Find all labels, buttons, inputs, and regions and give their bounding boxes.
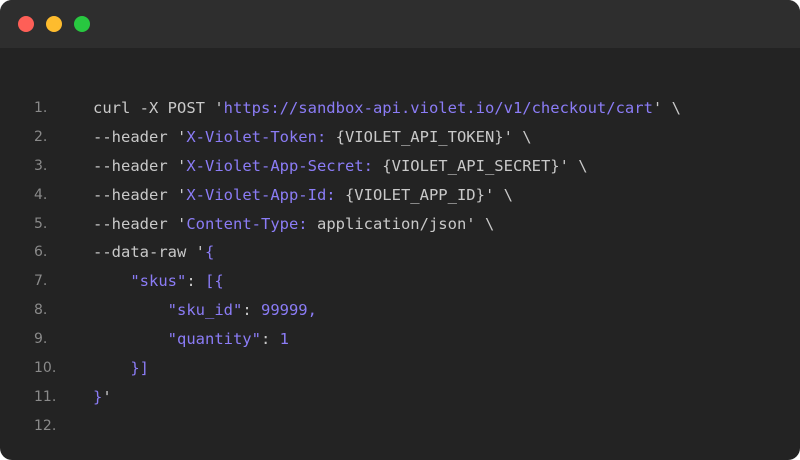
code-token-highlighted: }]	[130, 359, 149, 378]
code-line-content: --data-raw '{	[93, 238, 214, 267]
title-bar	[0, 0, 800, 48]
code-line-content: "quantity": 1	[93, 325, 289, 354]
code-token: --header '	[93, 185, 187, 204]
code-token: {VIOLET_APP_ID}' \	[335, 185, 513, 204]
code-token-highlighted: 99999,	[260, 301, 317, 320]
line-number: 6.	[34, 244, 48, 261]
code-line: 1. curl -X POST 'https://sandbox-api.viol…	[0, 94, 800, 123]
line-number: 11.	[34, 388, 57, 405]
line-number: 9.	[34, 331, 48, 348]
code-token: {VIOLET_API_TOKEN}' \	[326, 127, 532, 146]
code-line-content: "skus": [{	[93, 267, 224, 296]
code-token-highlighted: "skus"	[130, 272, 187, 291]
code-token: ' \	[652, 99, 681, 117]
code-line: 9. "quantity": 1	[0, 325, 800, 354]
code-line: 6. --data-raw '{	[0, 238, 800, 267]
code-block: 1. curl -X POST 'https://sandbox-api.viol…	[0, 94, 800, 441]
code-line: 3. --header 'X-Violet-App-Secret: {VIOLET…	[0, 152, 800, 181]
code-token: --data-raw '	[93, 243, 205, 262]
code-token: :	[260, 330, 280, 349]
code-token: application/json' \	[307, 214, 495, 233]
code-line-content: --header 'Content-Type: application/json…	[93, 210, 494, 239]
line-number: 2.	[34, 128, 48, 145]
code-token-highlighted: Content-Type:	[186, 214, 308, 233]
line-number: 1.	[34, 100, 48, 116]
code-token-highlighted: 1	[279, 330, 289, 349]
code-token-highlighted: X-Violet-App-Id:	[186, 185, 336, 204]
line-number: 12.	[34, 417, 57, 434]
code-token-highlighted: {	[204, 243, 215, 262]
code-line: 12.	[0, 412, 800, 441]
code-line: 5. --header 'Content-Type: application/js…	[0, 210, 800, 239]
code-token-highlighted: https://sandbox-api.violet.io/v1/checkou…	[223, 99, 653, 117]
code-token: '	[102, 387, 112, 406]
code-line: 7. "skus": [{	[0, 267, 800, 296]
code-line-content: --header 'X-Violet-App-Secret: {VIOLET_A…	[93, 152, 588, 181]
minimize-button[interactable]	[46, 16, 62, 32]
line-number: 5.	[34, 215, 48, 232]
line-number: 3.	[34, 157, 48, 174]
code-line: 11.}'	[0, 383, 800, 412]
code-token: --header '	[93, 214, 187, 233]
close-button[interactable]	[18, 16, 34, 32]
zoom-button[interactable]	[74, 16, 90, 32]
code-line-content: }'	[93, 383, 112, 412]
code-token-highlighted: X-Violet-App-Secret:	[186, 156, 373, 175]
code-token-highlighted: "sku_id"	[167, 301, 243, 320]
code-line-content: "sku_id": 99999,	[93, 296, 317, 325]
code-token: :	[186, 272, 205, 291]
code-line-content: --header 'X-Violet-App-Id: {VIOLET_APP_I…	[93, 181, 513, 210]
line-number: 8.	[34, 302, 48, 319]
code-token-highlighted: X-Violet-Token:	[186, 127, 327, 146]
code-line: 8. "sku_id": 99999,	[0, 296, 800, 325]
code-line: 10. }]	[0, 354, 800, 383]
code-token-highlighted: [{	[205, 272, 224, 291]
line-number: 10.	[34, 360, 57, 377]
code-line: 2. --header 'X-Violet-Token: {VIOLET_API_…	[0, 123, 800, 152]
code-token-highlighted: "quantity"	[167, 330, 261, 349]
code-token: --header '	[93, 127, 187, 146]
line-number: 7.	[34, 273, 48, 290]
code-token: --header '	[93, 156, 187, 175]
code-window: 1. curl -X POST 'https://sandbox-api.viol…	[0, 0, 800, 460]
code-line-content: --header 'X-Violet-Token: {VIOLET_API_TO…	[93, 123, 532, 152]
code-token-highlighted: }	[93, 387, 103, 406]
code-line-content: }]	[93, 354, 149, 383]
line-number: 4.	[34, 186, 48, 203]
code-line: 4. --header 'X-Violet-App-Id: {VIOLET_APP…	[0, 181, 800, 210]
code-line-content: curl -X POST 'https://sandbox-api.violet…	[93, 94, 681, 123]
code-token: :	[242, 301, 261, 320]
code-token: curl -X POST '	[93, 99, 224, 117]
code-token: {VIOLET_API_SECRET}' \	[372, 156, 588, 175]
